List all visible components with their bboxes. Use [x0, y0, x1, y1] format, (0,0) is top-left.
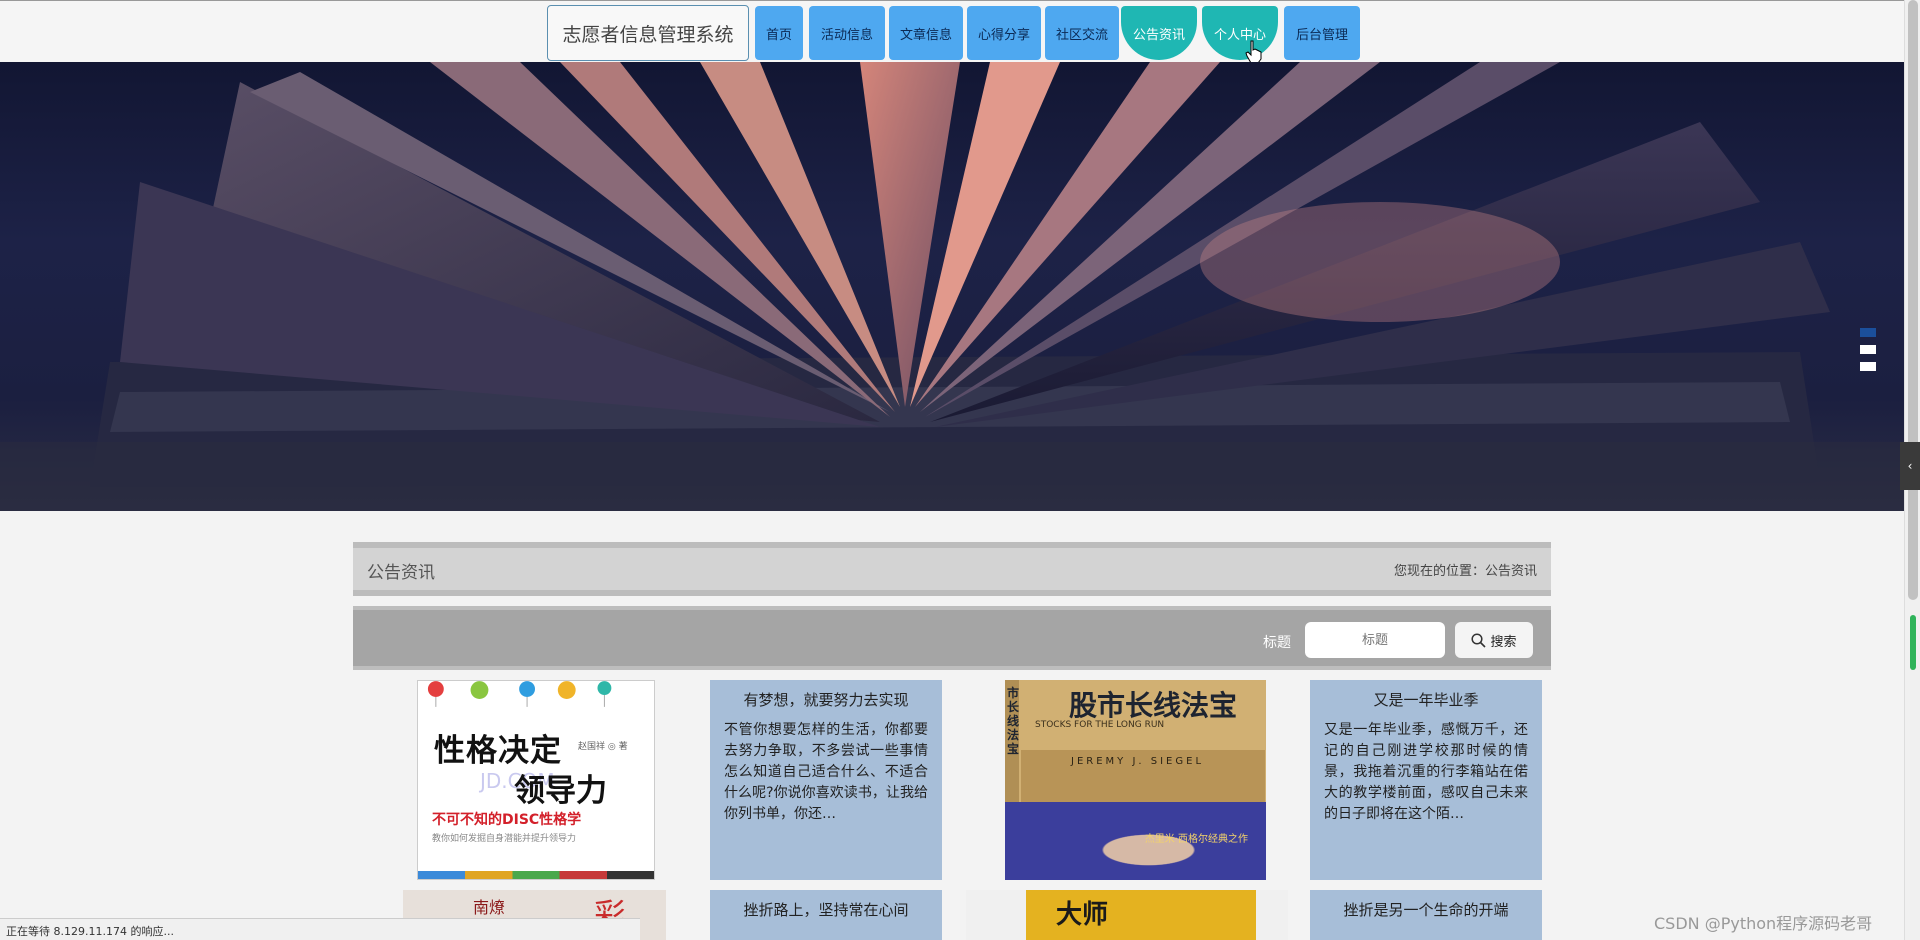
- card-text[interactable]: 挫折路上，坚持常在心间: [710, 890, 942, 940]
- book-subtitle: 不可不知的DISC性格学: [432, 812, 582, 828]
- card-image[interactable]: 性格决定 赵国祥 ◎ 著 JD.COM 领导力 不可不知的DISC性格学 教你如…: [417, 680, 655, 880]
- search-label: 标题: [1263, 635, 1291, 651]
- nav-personal-center[interactable]: 个人中心: [1202, 6, 1278, 60]
- section-title-bar: 公告资讯 您现在的位置：公告资讯: [353, 542, 1551, 596]
- card-title: 又是一年毕业季: [1373, 691, 1479, 709]
- scrollbar-thumb[interactable]: [1908, 0, 1918, 600]
- book-author: 赵国祥 ◎ 著: [578, 742, 628, 752]
- book-title: 南燎: [473, 898, 506, 917]
- carousel-dot-3[interactable]: [1860, 362, 1876, 371]
- card-body: 不管你想要怎样的生活，你都要去努力争取，不多尝试一些事情怎么知道自己适合什么、不…: [724, 722, 928, 822]
- book-spine-title: 市长线法宝: [1007, 686, 1020, 756]
- csdn-watermark: CSDN @Python程序源码老哥: [1654, 914, 1873, 933]
- card-image[interactable]: 市长线法宝 股市长线法宝 STOCKS FOR THE LONG RUN JER…: [1005, 680, 1266, 880]
- card-title: 挫折是另一个生命的开端: [1343, 901, 1509, 919]
- book-description: 教你如何发掘自身潜能并提升领导力: [432, 834, 577, 844]
- card-text[interactable]: 挫折是另一个生命的开端: [1310, 890, 1542, 940]
- book-title: 大师: [1056, 900, 1109, 930]
- card-body: 又是一年毕业季，感慨万千，还记的自己刚进学校那时候的情景，我拖着沉重的行李箱站在…: [1324, 722, 1528, 822]
- book-author: JEREMY J. SIEGEL: [1071, 756, 1205, 767]
- breadcrumb: 您现在的位置：公告资讯: [1393, 564, 1537, 579]
- nav-admin[interactable]: 后台管理: [1284, 6, 1360, 60]
- card-text[interactable]: 又是一年毕业季 又是一年毕业季，感慨万千，还记的自己刚进学校那时候的情景，我拖着…: [1310, 680, 1542, 880]
- card-title: 挫折路上，坚持常在心间: [743, 901, 909, 919]
- site-brand[interactable]: 志愿者信息管理系统: [547, 5, 749, 61]
- section-title: 公告资讯: [367, 563, 435, 583]
- book-cover-decoration: [427, 681, 612, 707]
- search-button[interactable]: 搜索: [1455, 622, 1533, 658]
- nav-community[interactable]: 社区交流: [1045, 6, 1119, 60]
- nav-articles[interactable]: 文章信息: [889, 6, 963, 60]
- card-title: 有梦想，就要努力去实现: [743, 691, 909, 709]
- book-title: 股市长线法宝: [1069, 689, 1238, 722]
- book-title-top: 性格决定: [434, 733, 562, 769]
- chevron-left-icon: ‹: [1907, 459, 1913, 473]
- card-text[interactable]: 有梦想，就要努力去实现 不管你想要怎样的生活，你都要去努力争取，不多尝试一些事情…: [710, 680, 942, 880]
- nav-home[interactable]: 首页: [755, 6, 803, 60]
- nav-activities[interactable]: 活动信息: [809, 6, 885, 60]
- open-book-image: [0, 62, 1904, 511]
- search-button-label: 搜索: [1490, 634, 1517, 650]
- carousel-dot-2[interactable]: [1860, 345, 1876, 354]
- book-subtitle: STOCKS FOR THE LONG RUN: [1035, 720, 1165, 730]
- top-navbar: 志愿者信息管理系统 首页 活动信息 文章信息 心得分享 社区交流 公告资讯 个人…: [0, 0, 1904, 62]
- nav-announcements[interactable]: 公告资讯: [1121, 6, 1197, 60]
- hero-banner: [0, 62, 1904, 511]
- carousel-dot-1[interactable]: [1860, 328, 1876, 337]
- book-title-bottom: 领导力: [514, 773, 607, 809]
- browser-status-bar: 正在等待 8.129.11.174 的响应...: [0, 918, 640, 940]
- nav-experience[interactable]: 心得分享: [967, 6, 1041, 60]
- book-photo-caption: 杰里米·西格尔经典之作: [1144, 834, 1248, 845]
- scroll-indicator: [1910, 615, 1916, 670]
- search-input[interactable]: [1305, 622, 1445, 658]
- carousel-dots: [1860, 328, 1876, 379]
- hand-cursor-icon: [1245, 40, 1262, 64]
- card-image[interactable]: 大师: [966, 890, 1288, 940]
- side-panel-toggle[interactable]: ‹: [1900, 442, 1920, 490]
- search-icon: [1471, 632, 1487, 648]
- search-bar: 标题 搜索: [353, 606, 1551, 670]
